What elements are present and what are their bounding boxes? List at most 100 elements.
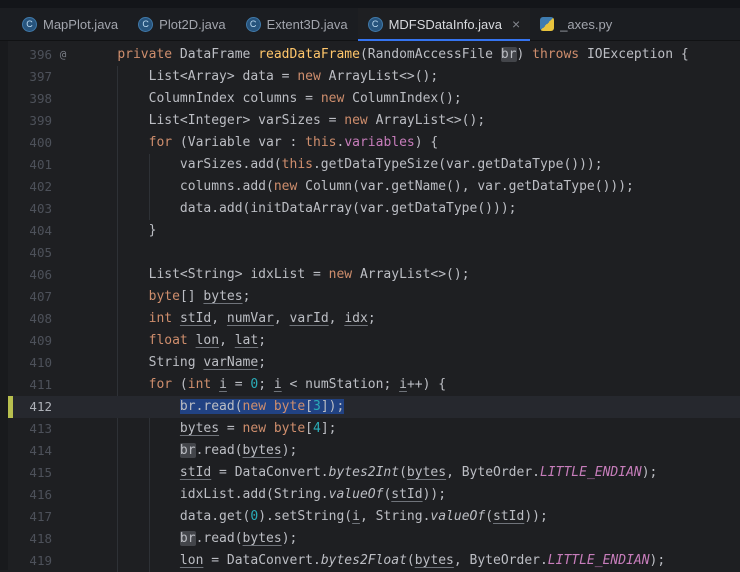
code-line[interactable]: 407 byte[] bytes; <box>8 286 740 308</box>
gutter-icon-slot <box>52 132 74 154</box>
code-line[interactable]: 402 columns.add(new Column(var.getName()… <box>8 176 740 198</box>
line-number[interactable]: 408 <box>8 308 52 330</box>
code-line[interactable]: 401 varSizes.add(this.getDataTypeSize(va… <box>8 154 740 176</box>
gutter[interactable]: 405 <box>8 242 74 264</box>
gutter[interactable]: 400 <box>8 132 74 154</box>
gutter-icon-slot <box>52 352 74 374</box>
gutter[interactable]: 409 <box>8 330 74 352</box>
code-line[interactable]: 417 data.get(0).setString(i, String.valu… <box>8 506 740 528</box>
tab-extent3d-java[interactable]: C Extent3D.java <box>236 8 358 40</box>
gutter[interactable]: 418 <box>8 528 74 550</box>
line-number[interactable]: 403 <box>8 198 52 220</box>
gutter-icon-slot <box>52 308 74 330</box>
close-tab-icon[interactable]: × <box>512 17 520 31</box>
gutter-icon-slot <box>52 154 74 176</box>
gutter-icon-slot <box>52 220 74 242</box>
line-number[interactable]: 409 <box>8 330 52 352</box>
code-text: List<String> idxList = new ArrayList<>()… <box>74 264 470 286</box>
tab-label: MDFSDataInfo.java <box>389 17 502 32</box>
gutter[interactable]: 401 <box>8 154 74 176</box>
code-line[interactable]: 400 for (Variable var : this.variables) … <box>8 132 740 154</box>
code-text: data.get(0).setString(i, String.valueOf(… <box>74 506 548 528</box>
gutter[interactable]: 407 <box>8 286 74 308</box>
gutter[interactable]: 406 <box>8 264 74 286</box>
code-line[interactable]: 406 List<String> idxList = new ArrayList… <box>8 264 740 286</box>
code-line[interactable]: 414 br.read(bytes); <box>8 440 740 462</box>
line-number[interactable]: 407 <box>8 286 52 308</box>
line-number[interactable]: 412 <box>8 396 52 418</box>
gutter[interactable]: 410 <box>8 352 74 374</box>
gutter[interactable]: 413 <box>8 418 74 440</box>
gutter[interactable]: 398 <box>8 88 74 110</box>
line-number[interactable]: 405 <box>8 242 52 264</box>
code-line[interactable]: 416 idxList.add(String.valueOf(stId)); <box>8 484 740 506</box>
gutter[interactable]: 399 <box>8 110 74 132</box>
code-line[interactable]: 418 br.read(bytes); <box>8 528 740 550</box>
line-number[interactable]: 418 <box>8 528 52 550</box>
gutter[interactable]: 408 <box>8 308 74 330</box>
code-line[interactable]: 404 } <box>8 220 740 242</box>
tab-label: _axes.py <box>560 17 612 32</box>
line-number[interactable]: 411 <box>8 374 52 396</box>
tab-mapplot-java[interactable]: CMapPlot.java <box>12 8 128 40</box>
code-text: byte[] bytes; <box>74 286 250 308</box>
line-number[interactable]: 404 <box>8 220 52 242</box>
code-line[interactable]: 412 br.read(new byte[3]); <box>8 396 740 418</box>
code-line[interactable]: 396@ private DataFrame readDataFrame(Ran… <box>8 44 740 66</box>
gutter[interactable]: 397 <box>8 66 74 88</box>
code-line[interactable]: 398 ColumnIndex columns = new ColumnInde… <box>8 88 740 110</box>
line-number[interactable]: 398 <box>8 88 52 110</box>
gutter[interactable]: 411 <box>8 374 74 396</box>
gutter[interactable]: 396@ <box>8 44 74 66</box>
code-line[interactable]: 415 stId = DataConvert.bytes2Int(bytes, … <box>8 462 740 484</box>
line-number[interactable]: 416 <box>8 484 52 506</box>
java-class-icon: C <box>246 17 261 32</box>
gutter[interactable]: 412 <box>8 396 74 418</box>
code-line[interactable]: 413 bytes = new byte[4]; <box>8 418 740 440</box>
gutter[interactable]: 403 <box>8 198 74 220</box>
gutter[interactable]: 417 <box>8 506 74 528</box>
gutter[interactable]: 404 <box>8 220 74 242</box>
gutter-icon-slot <box>52 110 74 132</box>
line-number[interactable]: 400 <box>8 132 52 154</box>
window-top-bar <box>0 0 740 8</box>
line-number[interactable]: 399 <box>8 110 52 132</box>
code-line[interactable]: 409 float lon, lat; <box>8 330 740 352</box>
line-number[interactable]: 415 <box>8 462 52 484</box>
code-line[interactable]: 411 for (int i = 0; i < numStation; i++)… <box>8 374 740 396</box>
line-number[interactable]: 417 <box>8 506 52 528</box>
code-text: } <box>74 220 156 242</box>
java-class-icon: C <box>368 17 383 32</box>
gutter-icon-slot <box>52 462 74 484</box>
code-text: List<Integer> varSizes = new ArrayList<>… <box>74 110 485 132</box>
code-line[interactable]: 397 List<Array> data = new ArrayList<>()… <box>8 66 740 88</box>
code-area[interactable]: 396@ private DataFrame readDataFrame(Ran… <box>8 41 740 570</box>
code-line[interactable]: 405 <box>8 242 740 264</box>
tab-plot2d-java[interactable]: CPlot2D.java <box>128 8 235 40</box>
code-text: for (Variable var : this.variables) { <box>74 132 438 154</box>
tab-label: Extent3D.java <box>267 17 348 32</box>
line-number[interactable]: 396 <box>8 44 52 66</box>
gutter[interactable]: 402 <box>8 176 74 198</box>
line-number[interactable]: 413 <box>8 418 52 440</box>
code-line[interactable]: 410 String varName; <box>8 352 740 374</box>
code-line[interactable]: 403 data.add(initDataArray(var.getDataTy… <box>8 198 740 220</box>
gutter[interactable]: 414 <box>8 440 74 462</box>
active-line-marker <box>8 396 13 418</box>
line-number[interactable]: 402 <box>8 176 52 198</box>
code-line[interactable]: 399 List<Integer> varSizes = new ArrayLi… <box>8 110 740 132</box>
annotation-gutter-icon: @ <box>52 44 74 66</box>
line-number[interactable]: 406 <box>8 264 52 286</box>
tab--axes-py[interactable]: _axes.py <box>530 8 622 40</box>
gutter[interactable]: 415 <box>8 462 74 484</box>
code-line[interactable]: 408 int stId, numVar, varId, idx; <box>8 308 740 330</box>
line-number[interactable]: 414 <box>8 440 52 462</box>
line-number[interactable]: 397 <box>8 66 52 88</box>
tab-mdfsdatainfo-java[interactable]: C MDFSDataInfo.java × <box>358 8 531 40</box>
line-number[interactable]: 410 <box>8 352 52 374</box>
gutter-icon-slot <box>52 374 74 396</box>
code-text: br.read(bytes); <box>74 528 297 550</box>
gutter[interactable]: 416 <box>8 484 74 506</box>
code-text: bytes = new byte[4]; <box>74 418 336 440</box>
line-number[interactable]: 401 <box>8 154 52 176</box>
